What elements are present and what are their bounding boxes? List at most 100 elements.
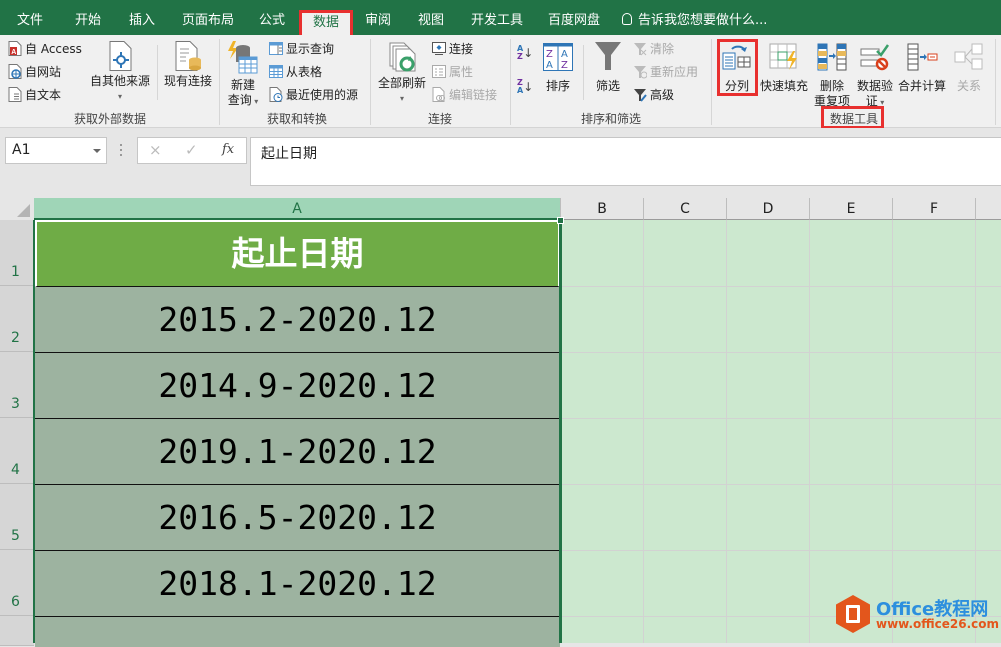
group-label-get-transform: 获取和转换 xyxy=(266,112,327,126)
tab-file[interactable]: 文件 xyxy=(17,9,43,35)
ribbon-data: A自 Access 自网站 自文本 自其他来源 ▾ 现有连接 获取外部数据 新建… xyxy=(0,35,1001,129)
select-all-button[interactable] xyxy=(0,198,34,220)
show-queries-button[interactable]: 显示查询 xyxy=(269,39,334,59)
new-query-button[interactable]: 新建 查询 ▾ xyxy=(224,41,262,109)
from-table-button[interactable]: 从表格 xyxy=(269,62,322,82)
sort-button[interactable]: ZAAZ 排序 xyxy=(541,43,575,94)
tab-insert[interactable]: 插入 xyxy=(129,9,155,35)
gridline xyxy=(561,286,1001,287)
tab-baidu-netdisk[interactable]: 百度网盘 xyxy=(548,9,600,35)
refresh-all-button[interactable]: 全部刷新 ▾ xyxy=(375,41,429,106)
tab-review[interactable]: 审阅 xyxy=(365,9,391,35)
refresh-all-icon xyxy=(386,41,418,73)
clear-filter-button[interactable]: 清除 xyxy=(633,39,674,59)
data-validation-button[interactable]: 数据验 证 ▾ xyxy=(855,43,895,110)
divider xyxy=(711,39,712,125)
properties-button[interactable]: 属性 xyxy=(432,62,473,82)
connections-icon xyxy=(432,41,446,56)
tab-developer[interactable]: 开发工具 xyxy=(471,9,523,35)
cancel-icon[interactable]: × xyxy=(149,141,162,159)
row-header-4[interactable]: 4 xyxy=(0,418,34,484)
sort-descending-button[interactable]: Z A↓ xyxy=(517,77,537,97)
tab-page-layout[interactable]: 页面布局 xyxy=(182,9,234,35)
column-header-b[interactable]: B xyxy=(561,198,644,220)
tab-formulas[interactable]: 公式 xyxy=(259,9,285,35)
fill-handle[interactable] xyxy=(557,217,564,224)
svg-text:A: A xyxy=(546,60,553,71)
gridline xyxy=(643,220,644,643)
gridline xyxy=(809,220,810,643)
formula-bar: A1 × ✓ fx 起止日期 xyxy=(0,128,1001,198)
sort-ascending-button[interactable]: A Z↓ xyxy=(517,43,537,63)
row-header-5[interactable]: 5 xyxy=(0,484,34,550)
from-other-sources-button[interactable]: 自其他来源 ▾ xyxy=(89,41,151,104)
reapply-button[interactable]: 重新应用 xyxy=(633,62,698,82)
remove-duplicates-icon xyxy=(816,43,848,71)
recent-sources-icon xyxy=(269,87,283,102)
tab-view[interactable]: 视图 xyxy=(418,9,444,35)
divider xyxy=(370,39,371,125)
worksheet-grid: A B C D E F 1 2 3 4 5 6 起止日期 2015.2-2020… xyxy=(0,198,1001,647)
divider xyxy=(995,39,996,125)
existing-connections-icon xyxy=(174,41,202,71)
column-header-f[interactable]: F xyxy=(893,198,976,220)
flash-fill-button[interactable]: 快速填充 xyxy=(759,43,809,94)
dropdown-arrow-icon: ▾ xyxy=(399,94,404,103)
svg-text:A: A xyxy=(561,49,568,60)
gridline xyxy=(561,418,1001,419)
column-header-a[interactable]: A xyxy=(34,198,561,220)
filter-funnel-icon xyxy=(594,41,622,71)
column-header-e[interactable]: E xyxy=(810,198,893,220)
svg-text:Z: Z xyxy=(546,49,553,60)
advanced-filter-button[interactable]: 高级 xyxy=(633,85,674,105)
group-label-sort-filter: 排序和筛选 xyxy=(580,112,641,126)
from-text-button[interactable]: 自文本 xyxy=(8,85,61,105)
edit-links-button[interactable]: 编辑链接 xyxy=(432,85,497,105)
connections-button[interactable]: 连接 xyxy=(432,39,473,59)
tell-me-search[interactable]: 告诉我您想要做什么... xyxy=(622,9,767,33)
column-header-d[interactable]: D xyxy=(727,198,810,220)
empty-cells[interactable] xyxy=(561,220,1001,643)
row-header-1[interactable]: 1 xyxy=(0,220,34,286)
office-logo-icon xyxy=(836,595,870,633)
resize-handle-icon[interactable] xyxy=(120,144,123,158)
row-header-3[interactable]: 3 xyxy=(0,352,34,418)
recent-sources-button[interactable]: 最近使用的源 xyxy=(269,85,358,105)
enter-icon[interactable]: ✓ xyxy=(185,141,198,159)
consolidate-button[interactable]: 合并计算 xyxy=(897,43,947,94)
formula-input[interactable]: 起止日期 xyxy=(250,137,1001,186)
existing-connections-button[interactable]: 现有连接 xyxy=(163,41,213,89)
divider xyxy=(157,45,158,100)
gridline xyxy=(561,484,1001,485)
highlight-text-to-columns xyxy=(717,39,758,96)
reapply-icon xyxy=(633,64,648,79)
divider xyxy=(219,39,220,125)
relationships-icon xyxy=(954,43,984,71)
sort-dialog-icon: ZAAZ xyxy=(543,43,573,71)
tab-data[interactable]: 数据 xyxy=(299,10,354,35)
dropdown-arrow-icon: ▾ xyxy=(251,97,259,106)
tab-home[interactable]: 开始 xyxy=(75,9,101,35)
from-web-button[interactable]: 自网站 xyxy=(8,62,61,82)
gridline xyxy=(975,220,976,643)
column-header-g[interactable] xyxy=(976,198,1001,220)
from-access-button[interactable]: A自 Access xyxy=(8,39,82,59)
gridline xyxy=(726,220,727,643)
relationships-button[interactable]: 关系 xyxy=(951,43,987,94)
row-header-6[interactable]: 6 xyxy=(0,550,34,616)
divider xyxy=(583,45,584,100)
select-all-triangle-icon xyxy=(17,204,30,217)
selection-border xyxy=(33,220,562,643)
insert-function-icon[interactable]: fx xyxy=(222,142,234,157)
filter-button[interactable]: 筛选 xyxy=(591,41,625,94)
name-box[interactable]: A1 xyxy=(5,137,107,164)
formula-buttons: × ✓ fx xyxy=(137,137,247,164)
row-header-7[interactable] xyxy=(0,616,34,646)
edit-links-icon xyxy=(432,87,446,102)
gridline xyxy=(561,550,1001,551)
group-label-connections: 连接 xyxy=(427,112,452,126)
row-header-2[interactable]: 2 xyxy=(0,286,34,352)
column-header-c[interactable]: C xyxy=(644,198,727,220)
chevron-down-icon[interactable] xyxy=(93,149,101,153)
remove-duplicates-button[interactable]: 删除 重复项 xyxy=(812,43,852,109)
